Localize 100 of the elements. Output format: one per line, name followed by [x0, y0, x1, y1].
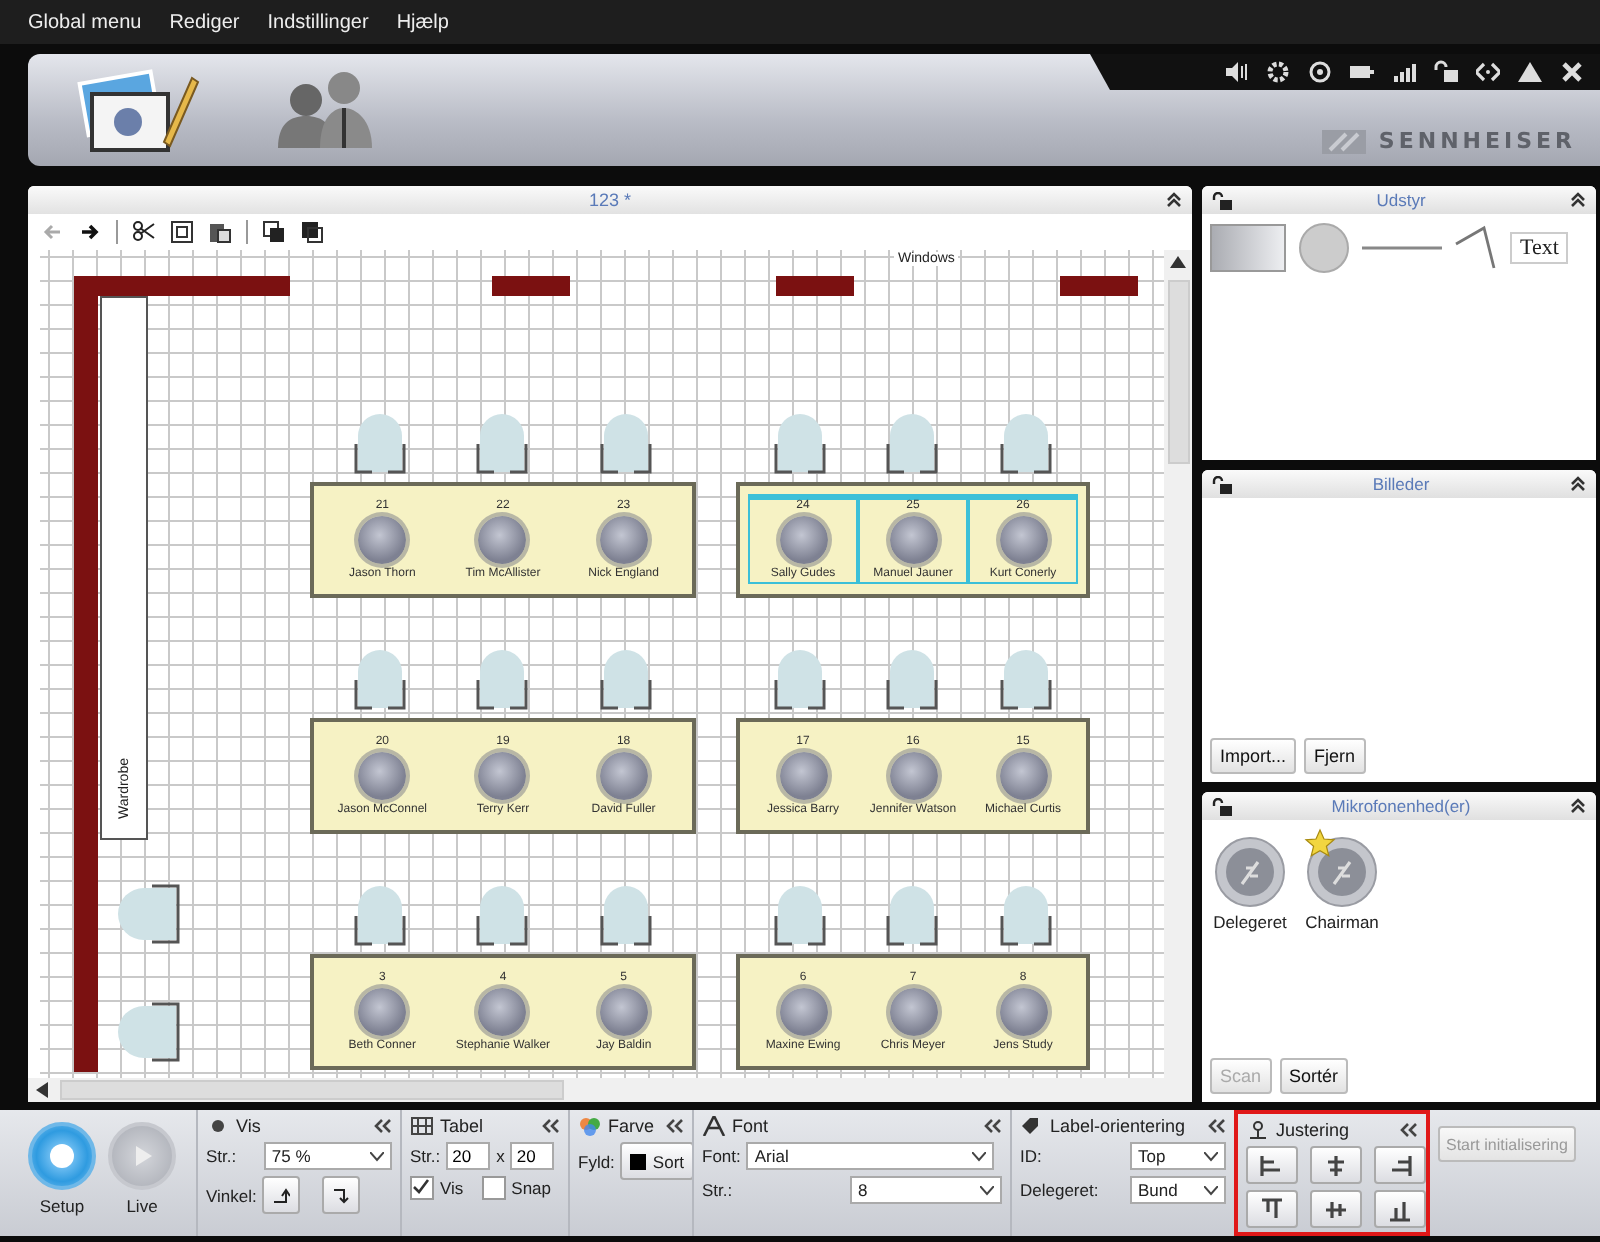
horizontal-scrollbar[interactable]: [28, 1078, 1192, 1102]
microphone-unit-icon[interactable]: [889, 516, 937, 564]
collapse-icon[interactable]: [542, 1118, 560, 1134]
scroll-thumb[interactable]: [1167, 280, 1189, 464]
align-button[interactable]: [1310, 1190, 1362, 1228]
section-title: Font: [732, 1116, 769, 1136]
paste-icon[interactable]: [208, 220, 232, 244]
dropdown[interactable]: 75 %: [263, 1142, 392, 1170]
collapse-icon[interactable]: [1570, 192, 1586, 208]
battery-icon[interactable]: [1350, 60, 1374, 84]
collapse-icon[interactable]: [1569, 798, 1586, 814]
height-field[interactable]: 20: [510, 1142, 555, 1170]
dropdown[interactable]: 8: [850, 1176, 1002, 1204]
speaker-icon[interactable]: [1224, 60, 1248, 84]
align-center-icon: [1324, 1153, 1348, 1177]
microphone-unit-icon[interactable]: [889, 752, 937, 800]
width-field[interactable]: 20: [446, 1142, 491, 1170]
align-button[interactable]: [1310, 1146, 1362, 1184]
collapse-icon[interactable]: [1569, 476, 1586, 492]
field-label: Str.:: [702, 1180, 733, 1200]
lock-icon[interactable]: [1434, 60, 1458, 84]
checkbox-label: Snap: [511, 1178, 552, 1198]
chair-icon: [116, 1002, 180, 1062]
forward-arrow-icon[interactable]: [78, 220, 102, 244]
checkbox[interactable]: [481, 1176, 506, 1200]
align-bottom-icon: [1388, 1197, 1412, 1221]
microphone-unit-icon[interactable]: [999, 988, 1047, 1036]
rotate-left-button[interactable]: [262, 1176, 301, 1214]
lock-icon[interactable]: [1212, 191, 1232, 209]
microphone-unit-icon[interactable]: [779, 752, 827, 800]
align-middle-icon: [1324, 1197, 1348, 1221]
photos-pencil-icon[interactable]: [76, 66, 200, 158]
microphone-unit-icon[interactable]: [478, 516, 527, 564]
dropdown[interactable]: Bund: [1130, 1176, 1226, 1204]
color-swatch-icon: [630, 1153, 647, 1169]
gear-icon[interactable]: [1266, 60, 1290, 84]
frame-icon[interactable]: [170, 220, 194, 244]
line-tool-icon[interactable]: [1362, 244, 1442, 252]
menu-item[interactable]: Hjælp: [396, 11, 449, 33]
collapse-icon[interactable]: [374, 1118, 392, 1134]
scroll-up-icon[interactable]: [1170, 256, 1186, 268]
lock-icon[interactable]: [1212, 475, 1232, 493]
collapse-icon[interactable]: [666, 1118, 684, 1134]
bring-front-icon[interactable]: [300, 220, 324, 244]
align-button[interactable]: [1374, 1190, 1426, 1228]
dropdown[interactable]: Top: [1130, 1142, 1226, 1170]
collapse-icon[interactable]: [1400, 1122, 1418, 1138]
rotate-right-button[interactable]: [322, 1176, 361, 1214]
menu-item[interactable]: Rediger: [169, 11, 240, 33]
microphone-unit-icon[interactable]: [889, 988, 937, 1036]
lock-icon[interactable]: [1212, 797, 1232, 815]
angle-tool-icon[interactable]: [1454, 224, 1498, 272]
panel-button[interactable]: Import...: [1210, 738, 1297, 774]
microphone-unit-icon[interactable]: [478, 752, 527, 800]
collapse-icon[interactable]: [1166, 192, 1182, 208]
setup-mode-button[interactable]: [28, 1122, 96, 1190]
microphone-unit-icon[interactable]: [358, 516, 407, 564]
warning-icon[interactable]: [1518, 60, 1542, 84]
microphone-unit-icon[interactable]: [599, 988, 648, 1036]
microphone-unit-icon[interactable]: [599, 752, 648, 800]
chair-icon: [997, 884, 1054, 946]
wall: [1060, 276, 1138, 296]
close-icon[interactable]: [1560, 60, 1584, 84]
align-top-icon: [1260, 1197, 1284, 1221]
send-back-icon[interactable]: [262, 220, 286, 244]
panel-button[interactable]: Sortér: [1279, 1058, 1349, 1094]
dropdown[interactable]: Arial: [746, 1142, 995, 1170]
menu-item[interactable]: Global menu: [28, 11, 142, 33]
checkbox[interactable]: [410, 1176, 434, 1200]
microphone-unit-icon[interactable]: [358, 752, 407, 800]
chair-icon: [598, 648, 655, 710]
menu-item[interactable]: Indstillinger: [267, 11, 369, 33]
fill-color-button[interactable]: Sort: [620, 1142, 695, 1180]
chair-icon: [884, 884, 941, 946]
field-label: Str.:: [206, 1146, 237, 1166]
scroll-thumb[interactable]: [60, 1080, 564, 1100]
section-title: Vis: [236, 1116, 261, 1136]
align-button[interactable]: [1374, 1146, 1426, 1184]
scroll-left-icon[interactable]: [36, 1082, 48, 1098]
vertical-scrollbar[interactable]: [1164, 250, 1192, 1078]
chairman-microphone-icon[interactable]: [1302, 828, 1382, 908]
microphone-unit-icon[interactable]: [999, 516, 1047, 564]
microphone-unit-icon[interactable]: [779, 516, 827, 564]
text-tool[interactable]: Text: [1510, 232, 1569, 264]
microphone-unit-icon[interactable]: [779, 988, 827, 1036]
signal-icon[interactable]: [1392, 60, 1416, 84]
panel-button[interactable]: Fjern: [1304, 738, 1366, 774]
field-label: Fyld:: [578, 1151, 615, 1171]
align-button[interactable]: [1246, 1190, 1298, 1228]
microphone-unit-icon[interactable]: [599, 516, 648, 564]
font-icon: [702, 1116, 726, 1136]
collapse-icon[interactable]: [984, 1118, 1002, 1134]
microphone-unit-icon[interactable]: [478, 988, 527, 1036]
microphone-unit-icon[interactable]: [358, 988, 407, 1036]
scissors-icon[interactable]: [132, 220, 156, 244]
align-button[interactable]: [1246, 1146, 1298, 1184]
collapse-icon[interactable]: [1208, 1118, 1226, 1134]
microphone-unit-icon[interactable]: [999, 752, 1047, 800]
document-title: 123 *: [588, 190, 632, 210]
network-icon[interactable]: [1476, 60, 1500, 84]
